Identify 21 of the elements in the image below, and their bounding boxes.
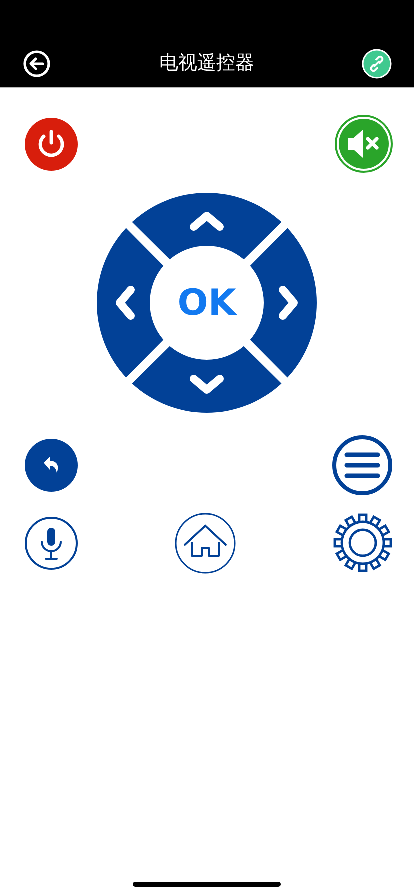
microphone-button[interactable] <box>24 516 78 570</box>
up-button[interactable] <box>132 193 282 260</box>
power-icon <box>24 118 78 170</box>
mute-button[interactable] <box>335 115 393 173</box>
house-icon <box>175 512 236 574</box>
settings-button[interactable] <box>333 513 393 573</box>
muted-speaker-icon <box>335 115 393 173</box>
page-title: 电视遥控器 <box>160 51 254 76</box>
down-button[interactable] <box>132 346 282 413</box>
power-button[interactable] <box>24 117 78 171</box>
settings-icon <box>333 513 393 573</box>
menu-button[interactable] <box>331 434 393 496</box>
link-icon <box>362 49 392 79</box>
return-button[interactable] <box>24 438 78 492</box>
right-button[interactable] <box>250 228 317 378</box>
left-button[interactable] <box>97 228 164 378</box>
microphone-icon <box>24 516 78 570</box>
link-button[interactable] <box>362 49 392 79</box>
home-button[interactable] <box>174 512 236 574</box>
back-button[interactable] <box>22 49 52 79</box>
menu-icon <box>332 434 392 496</box>
